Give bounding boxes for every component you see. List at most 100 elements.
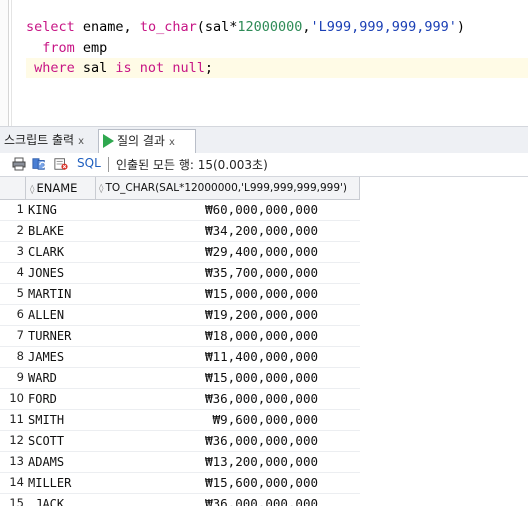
sql-doc-icon[interactable] bbox=[54, 157, 68, 171]
result-grid[interactable]: ◊ ENAME ◊ TO_CHAR(SAL*12000000,'L999,999,9… bbox=[0, 177, 360, 506]
cell-ename[interactable]: SMITH bbox=[28, 410, 96, 430]
cell-ename[interactable]: JAMES bbox=[28, 347, 96, 367]
cell-to-char[interactable]: ₩11,400,000,000 bbox=[96, 347, 318, 367]
editor-gutter-line bbox=[11, 0, 12, 126]
table-row[interactable]: 4 JONES ₩35,700,000,000 bbox=[0, 263, 360, 284]
row-number: 4 bbox=[16, 265, 24, 279]
cell-to-char[interactable]: ₩19,200,000,000 bbox=[96, 305, 318, 325]
tab-label: 스크립트 출력 bbox=[4, 133, 75, 147]
grid-header: ◊ ENAME ◊ TO_CHAR(SAL*12000000,'L999,999,9… bbox=[0, 177, 360, 200]
keyword-is-not-null: is not null bbox=[115, 60, 205, 76]
tab-script-output[interactable]: 스크립트 출력 x bbox=[0, 129, 98, 151]
cell-ename[interactable]: JONES bbox=[28, 263, 96, 283]
row-number: 13 bbox=[9, 454, 24, 468]
table-row[interactable]: 7 TURNER ₩18,000,000,000 bbox=[0, 326, 360, 347]
cell-to-char[interactable]: ₩34,200,000,000 bbox=[96, 221, 318, 241]
table-row[interactable]: 15 JACK ₩36,000,000,000 bbox=[0, 494, 360, 506]
row-number: 2 bbox=[16, 223, 24, 237]
code-text: , bbox=[302, 19, 311, 35]
row-number: 5 bbox=[16, 286, 24, 300]
column-header-ename[interactable]: ◊ ENAME bbox=[26, 177, 96, 199]
number-literal: 12000000 bbox=[237, 19, 303, 35]
cell-ename[interactable]: ALLEN bbox=[28, 305, 96, 325]
cell-ename[interactable]: JACK bbox=[28, 494, 96, 506]
table-row[interactable]: 5 MARTIN ₩15,000,000,000 bbox=[0, 284, 360, 305]
column-header-label: ENAME bbox=[36, 181, 78, 195]
code-text: ; bbox=[204, 60, 213, 76]
row-number: 11 bbox=[9, 412, 24, 426]
row-number: 3 bbox=[16, 244, 24, 258]
column-header-to-char[interactable]: ◊ TO_CHAR(SAL*12000000,'L999,999,999,999'… bbox=[96, 177, 360, 199]
table-row[interactable]: 8 JAMES ₩11,400,000,000 bbox=[0, 347, 360, 368]
fetch-status: 인출된 모든 행: 15(0.003초) bbox=[116, 158, 268, 172]
table-row[interactable]: 10 FORD ₩36,000,000,000 bbox=[0, 389, 360, 410]
cell-to-char[interactable]: ₩35,700,000,000 bbox=[96, 263, 318, 283]
code-text: sal bbox=[74, 60, 116, 76]
row-number: 15 bbox=[9, 496, 24, 506]
print-icon[interactable] bbox=[12, 157, 26, 171]
close-icon[interactable]: x bbox=[169, 137, 175, 148]
close-icon[interactable]: x bbox=[78, 136, 84, 147]
keyword-where: where bbox=[34, 60, 75, 76]
code-text: ) bbox=[456, 19, 465, 35]
cell-to-char[interactable]: ₩18,000,000,000 bbox=[96, 326, 318, 346]
sql-developer-window: select ename, to_char(sal*12000000,'L999… bbox=[0, 0, 528, 506]
cell-ename[interactable]: ADAMS bbox=[28, 452, 96, 472]
cell-to-char[interactable]: ₩60,000,000,000 bbox=[96, 200, 318, 220]
row-number: 7 bbox=[16, 328, 24, 342]
tab-label: 질의 결과 bbox=[117, 134, 165, 148]
cell-ename[interactable]: MARTIN bbox=[28, 284, 96, 304]
table-row[interactable]: 12 SCOTT ₩36,000,000,000 bbox=[0, 431, 360, 452]
cell-ename[interactable]: WARD bbox=[28, 368, 96, 388]
tab-query-result[interactable]: 질의 결과 x bbox=[98, 129, 196, 154]
table-row[interactable]: 9 WARD ₩15,000,000,000 bbox=[0, 368, 360, 389]
cell-ename[interactable]: BLAKE bbox=[28, 221, 96, 241]
table-row[interactable]: 13 ADAMS ₩13,200,000,000 bbox=[0, 452, 360, 473]
cell-to-char[interactable]: ₩36,000,000,000 bbox=[96, 431, 318, 451]
code-text: ename, bbox=[74, 19, 140, 35]
output-tab-bar: 스크립트 출력 x 질의 결과 x bbox=[0, 126, 528, 154]
cell-to-char[interactable]: ₩36,000,000,000 bbox=[96, 494, 318, 506]
table-row[interactable]: 2 BLAKE ₩34,200,000,000 bbox=[0, 221, 360, 242]
code-line-1[interactable]: select ename, to_char(sal*12000000,'L999… bbox=[26, 17, 465, 37]
toolbar-divider bbox=[108, 157, 109, 172]
sort-icon: ◊ bbox=[30, 185, 35, 195]
cell-to-char[interactable]: ₩9,600,000,000 bbox=[96, 410, 318, 430]
sql-button[interactable]: SQL bbox=[77, 156, 101, 170]
row-number: 14 bbox=[9, 475, 24, 489]
cell-ename[interactable]: SCOTT bbox=[28, 431, 96, 451]
row-number: 8 bbox=[16, 349, 24, 363]
cell-ename[interactable]: KING bbox=[28, 200, 96, 220]
function-to-char: to_char bbox=[139, 19, 197, 35]
sql-editor[interactable]: select ename, to_char(sal*12000000,'L999… bbox=[0, 0, 528, 126]
cell-ename[interactable]: CLARK bbox=[28, 242, 96, 262]
cell-ename[interactable]: TURNER bbox=[28, 326, 96, 346]
keyword-from: from bbox=[42, 40, 75, 56]
cell-ename[interactable]: FORD bbox=[28, 389, 96, 409]
cell-ename[interactable]: MILLER bbox=[28, 473, 96, 493]
table-row[interactable]: 11 SMITH ₩9,600,000,000 bbox=[0, 410, 360, 431]
editor-gutter bbox=[0, 0, 9, 126]
refresh-icon[interactable] bbox=[32, 157, 46, 171]
table-row[interactable]: 1 KING ₩60,000,000,000 bbox=[0, 200, 360, 221]
code-line-2[interactable]: from emp bbox=[26, 38, 107, 58]
table-row[interactable]: 14 MILLER ₩15,600,000,000 bbox=[0, 473, 360, 494]
sort-icon: ◊ bbox=[99, 184, 104, 194]
cell-to-char[interactable]: ₩15,000,000,000 bbox=[96, 284, 318, 304]
keyword-select: select bbox=[26, 19, 75, 35]
result-toolbar: SQL 인출된 모든 행: 15(0.003초) bbox=[0, 153, 528, 177]
cell-to-char[interactable]: ₩13,200,000,000 bbox=[96, 452, 318, 472]
cell-to-char[interactable]: ₩29,400,000,000 bbox=[96, 242, 318, 262]
column-header-label: TO_CHAR(SAL*12000000,'L999,999,999,999') bbox=[105, 182, 348, 194]
cell-to-char[interactable]: ₩15,000,000,000 bbox=[96, 368, 318, 388]
row-number: 6 bbox=[16, 307, 24, 321]
cell-to-char[interactable]: ₩15,600,000,000 bbox=[96, 473, 318, 493]
row-number: 9 bbox=[16, 370, 24, 384]
row-number-header bbox=[0, 177, 26, 199]
table-row[interactable]: 3 CLARK ₩29,400,000,000 bbox=[0, 242, 360, 263]
code-line-3[interactable]: where sal is not null; bbox=[26, 58, 528, 78]
table-row[interactable]: 6 ALLEN ₩19,200,000,000 bbox=[0, 305, 360, 326]
cell-to-char[interactable]: ₩36,000,000,000 bbox=[96, 389, 318, 409]
